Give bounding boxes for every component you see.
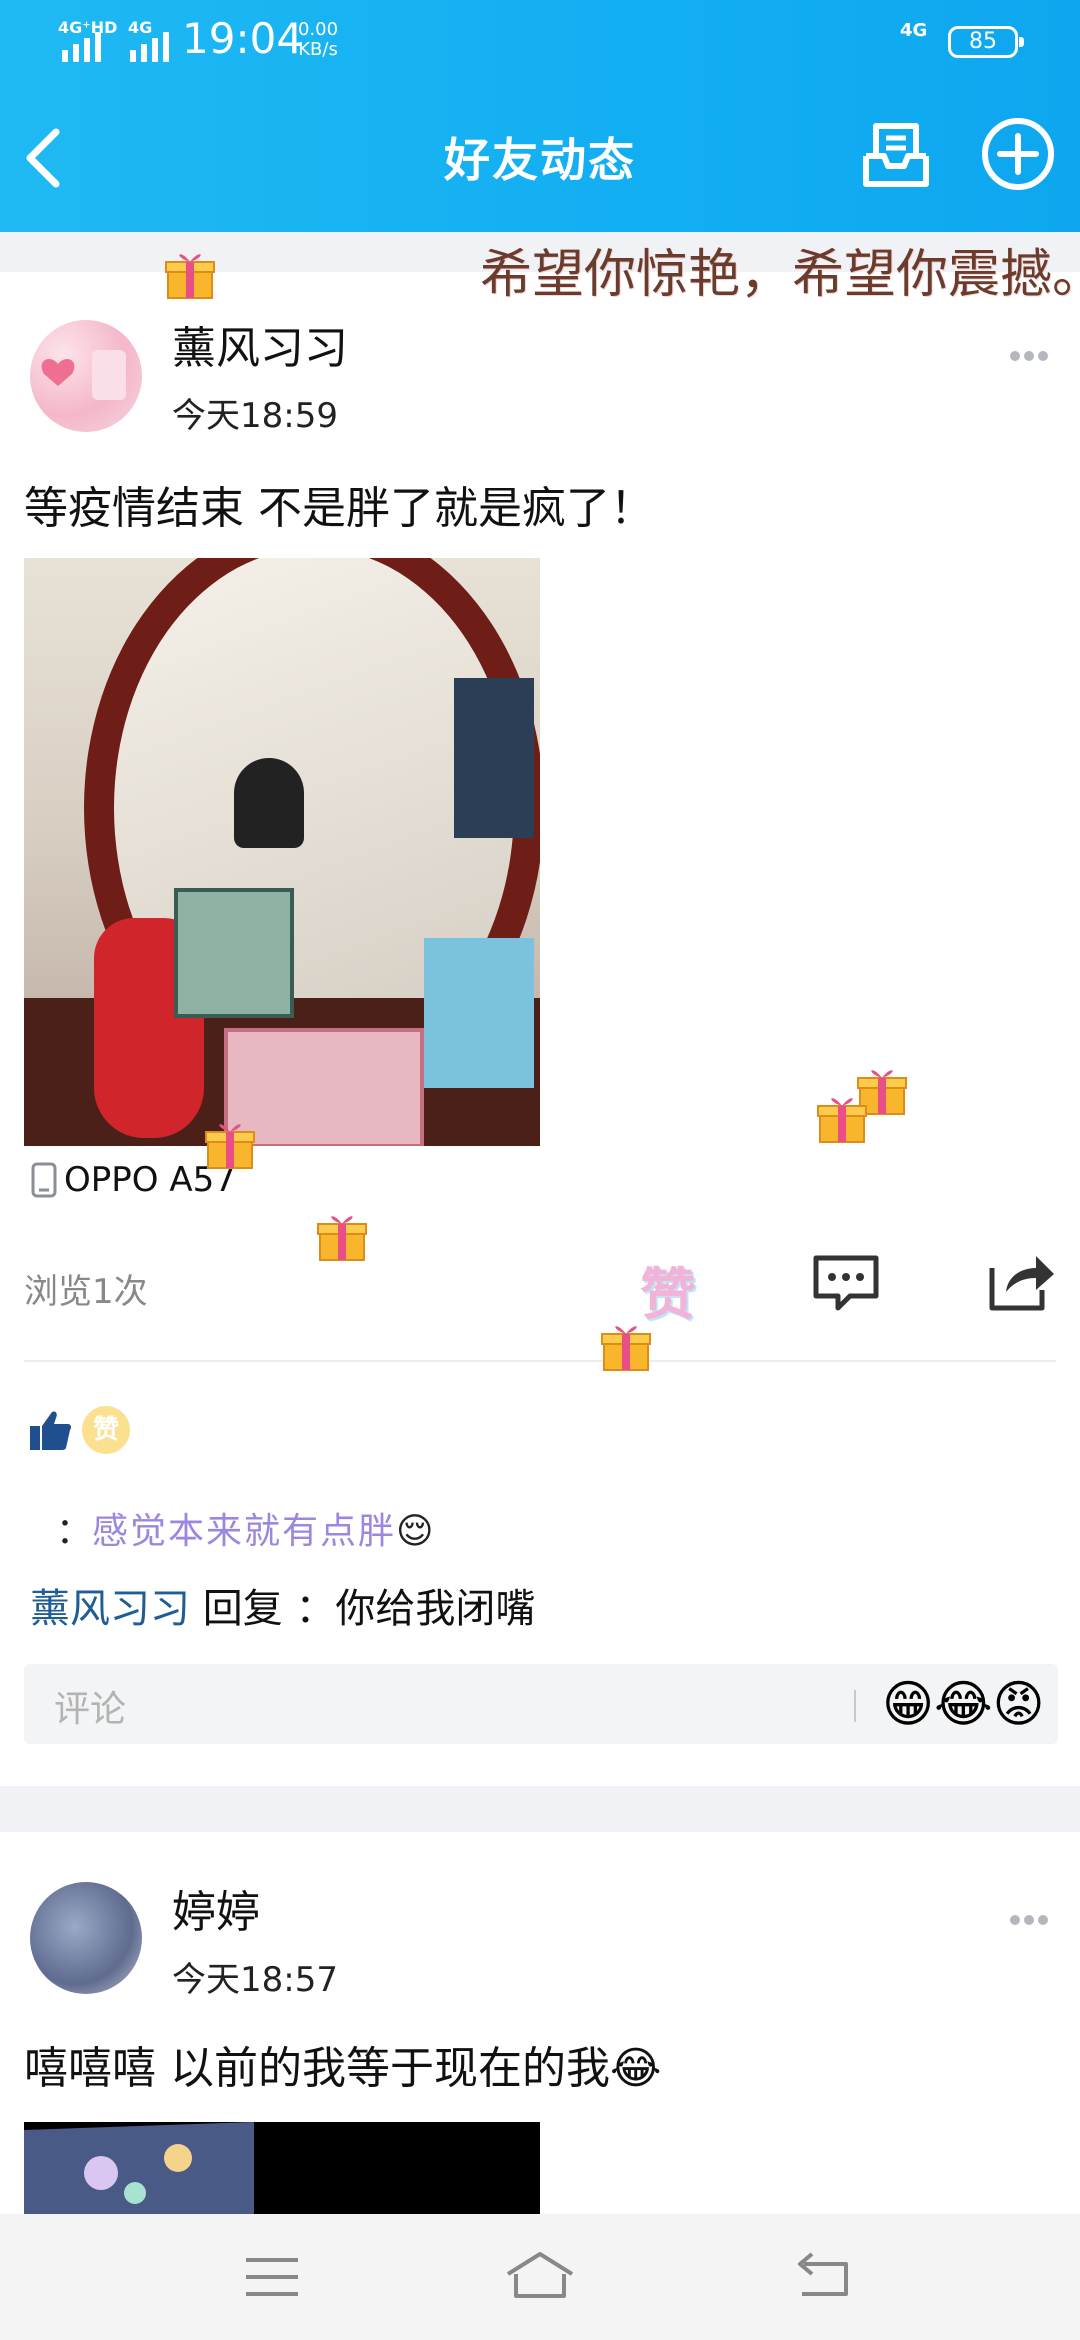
battery-icon: 85 bbox=[948, 26, 1024, 58]
likes-row: 赞 bbox=[28, 1406, 130, 1454]
phone-icon bbox=[31, 1162, 57, 1198]
comment-item: ：感觉本来就有点胖😌 bbox=[56, 1502, 434, 1554]
comment-button[interactable] bbox=[810, 1252, 882, 1314]
post-time: 今天18:59 bbox=[172, 396, 338, 436]
menu-icon bbox=[246, 2258, 298, 2296]
menu-button[interactable] bbox=[232, 2244, 312, 2310]
post-time: 今天18:57 bbox=[172, 1960, 338, 2000]
post-username[interactable]: 婷婷 bbox=[172, 1876, 260, 1940]
avatar[interactable] bbox=[30, 320, 142, 432]
more-options-button[interactable] bbox=[1010, 346, 1058, 366]
app-root: 4G⁺HD 4G 19:04 0.00 KB/s 4G 85 好友动态 希望你惊… bbox=[0, 0, 1080, 2340]
avatar[interactable] bbox=[30, 1882, 142, 1994]
post-text: 等疫情结束 不是胖了就是疯了！ bbox=[24, 483, 654, 534]
comment-input-separator bbox=[854, 1690, 856, 1722]
feed-post-1: 希望你惊艳，希望你震撼。 薰风习习 今天18:59 等疫情结束 不是胖了就是疯了… bbox=[0, 245, 1080, 1786]
gift-icon bbox=[601, 1326, 651, 1371]
network-type: 4G bbox=[900, 20, 928, 41]
title-bar: 好友动态 bbox=[0, 84, 1080, 232]
reply-text: ：你给我闭嘴 bbox=[295, 1586, 536, 1632]
comment-separator: ： bbox=[56, 1511, 93, 1552]
more-options-button[interactable] bbox=[1010, 1910, 1058, 1930]
comment-emoji: 😌 bbox=[396, 1511, 434, 1552]
net-speed: 0.00 KB/s bbox=[298, 20, 338, 60]
signal-label-1: 4G⁺HD bbox=[58, 18, 118, 37]
back-nav-button[interactable] bbox=[784, 2244, 864, 2310]
divider bbox=[24, 1360, 1056, 1362]
comment-text: 感觉本来就有点胖 bbox=[92, 1511, 397, 1552]
gift-icon bbox=[317, 1216, 367, 1261]
home-icon bbox=[506, 2252, 574, 2298]
system-nav-bar bbox=[0, 2214, 1080, 2340]
signal-label-2: 4G bbox=[128, 18, 153, 37]
post-username[interactable]: 薰风习习 bbox=[172, 312, 348, 376]
message-box-icon bbox=[863, 123, 929, 187]
reply-word: 回复 bbox=[190, 1586, 296, 1632]
reply-item: 薰风习习 回复 ：你给我闭嘴 bbox=[30, 1576, 535, 1634]
comment-input[interactable]: 评论 😁😂😡 bbox=[24, 1664, 1058, 1744]
heart-icon bbox=[41, 350, 126, 400]
post-photo[interactable] bbox=[24, 558, 540, 1146]
comment-bubble-icon bbox=[813, 1255, 879, 1311]
net-speed-value: 0.00 bbox=[298, 19, 339, 40]
header: 4G⁺HD 4G 19:04 0.00 KB/s 4G 85 好友动态 bbox=[0, 0, 1080, 232]
add-post-button[interactable] bbox=[980, 116, 1056, 192]
comment-placeholder: 评论 bbox=[54, 1689, 127, 1730]
thumbs-up-icon bbox=[30, 1411, 72, 1450]
reply-author[interactable]: 薰风习习 bbox=[30, 1586, 190, 1632]
liker-avatar[interactable]: 赞 bbox=[82, 1406, 130, 1454]
post-text: 嘻嘻嘻 以前的我等于现在的我😂 bbox=[24, 2043, 662, 2094]
gift-icon bbox=[205, 1124, 255, 1169]
emoji-button[interactable]: 😁😂😡 bbox=[882, 1668, 1045, 1740]
view-count: 浏览1次 bbox=[24, 1272, 148, 1312]
home-button[interactable] bbox=[500, 2244, 580, 2310]
gift-icon bbox=[817, 1098, 867, 1143]
feed-post-2: 婷婷 今天18:57 嘻嘻嘻 以前的我等于现在的我😂 bbox=[0, 1832, 1080, 2272]
message-box-button[interactable] bbox=[858, 116, 934, 192]
return-icon bbox=[798, 2252, 848, 2296]
net-speed-unit: KB/s bbox=[298, 39, 338, 60]
status-bar: 4G⁺HD 4G 19:04 0.00 KB/s 4G 85 bbox=[0, 0, 1080, 84]
gift-icon bbox=[165, 254, 215, 299]
share-button[interactable] bbox=[984, 1250, 1058, 1314]
share-icon bbox=[989, 1256, 1054, 1311]
plus-circle-icon bbox=[982, 118, 1054, 190]
status-time: 19:04 bbox=[182, 14, 304, 63]
decor-banner: 希望你惊艳，希望你震撼。 bbox=[480, 245, 1080, 305]
